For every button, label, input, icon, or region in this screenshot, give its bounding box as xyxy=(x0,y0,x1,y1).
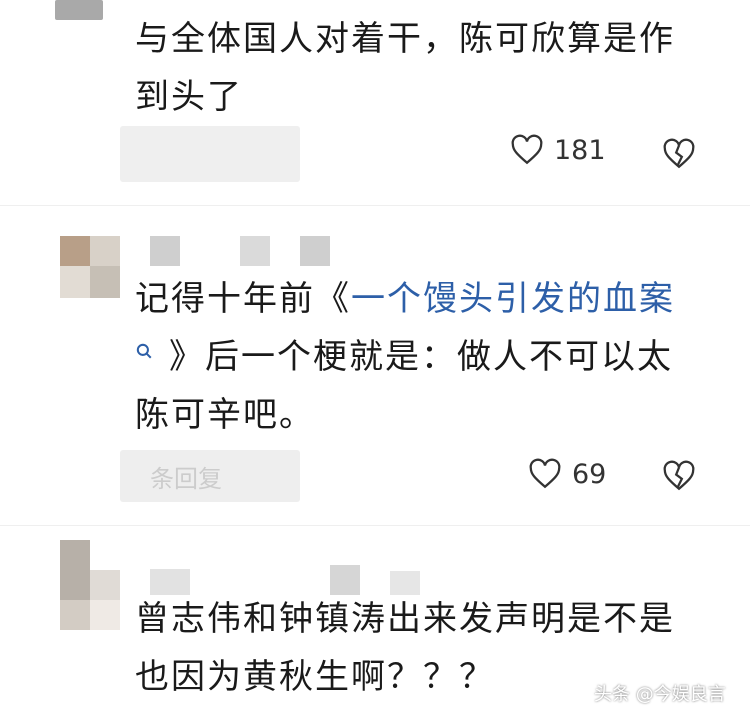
like-heart-icon[interactable] xyxy=(528,458,562,490)
reply-count-button[interactable]: 条回复 xyxy=(120,450,300,502)
comment-fragment: 》后一个梗就是：做人不可以太 xyxy=(169,337,673,377)
avatar[interactable] xyxy=(60,540,120,630)
like-heart-icon[interactable] xyxy=(510,134,544,166)
comment-actions: 181 xyxy=(510,134,606,166)
avatar[interactable] xyxy=(55,0,103,20)
like-count: 69 xyxy=(572,458,607,490)
comment-actions: 69 xyxy=(528,458,606,490)
comment-fragment: 记得十年前《 xyxy=(135,279,351,319)
divider xyxy=(0,525,750,526)
watermark: 头条 @今娱良言 xyxy=(594,684,726,705)
comment-line: 到头了 xyxy=(135,77,243,117)
broken-heart-icon[interactable] xyxy=(662,138,696,170)
comment-line: 记得十年前《一个馒头引发的血案 xyxy=(135,270,745,328)
like-count: 181 xyxy=(554,134,606,166)
blurred-meta xyxy=(120,126,300,182)
search-icon[interactable] xyxy=(135,342,153,360)
comment-line: 曾志伟和钟镇涛出来发声明是不是 xyxy=(135,599,675,639)
broken-heart-icon[interactable] xyxy=(662,460,696,492)
comment-text: 与全体国人对着干，陈可欣算是作 到头了 xyxy=(135,10,735,126)
comment-line: 陈可辛吧。 xyxy=(135,395,315,435)
divider xyxy=(0,205,750,206)
comment-line: 与全体国人对着干，陈可欣算是作 xyxy=(135,19,675,59)
search-link[interactable]: 一个馒头引发的血案 xyxy=(351,279,675,319)
comment-line: 》后一个梗就是：做人不可以太 xyxy=(135,328,745,386)
reply-hint: 条回复 xyxy=(150,464,222,493)
avatar[interactable] xyxy=(60,236,120,298)
blurred-username xyxy=(150,236,330,272)
comment-text: 记得十年前《一个馒头引发的血案 》后一个梗就是：做人不可以太 陈可辛吧。 xyxy=(135,270,745,444)
